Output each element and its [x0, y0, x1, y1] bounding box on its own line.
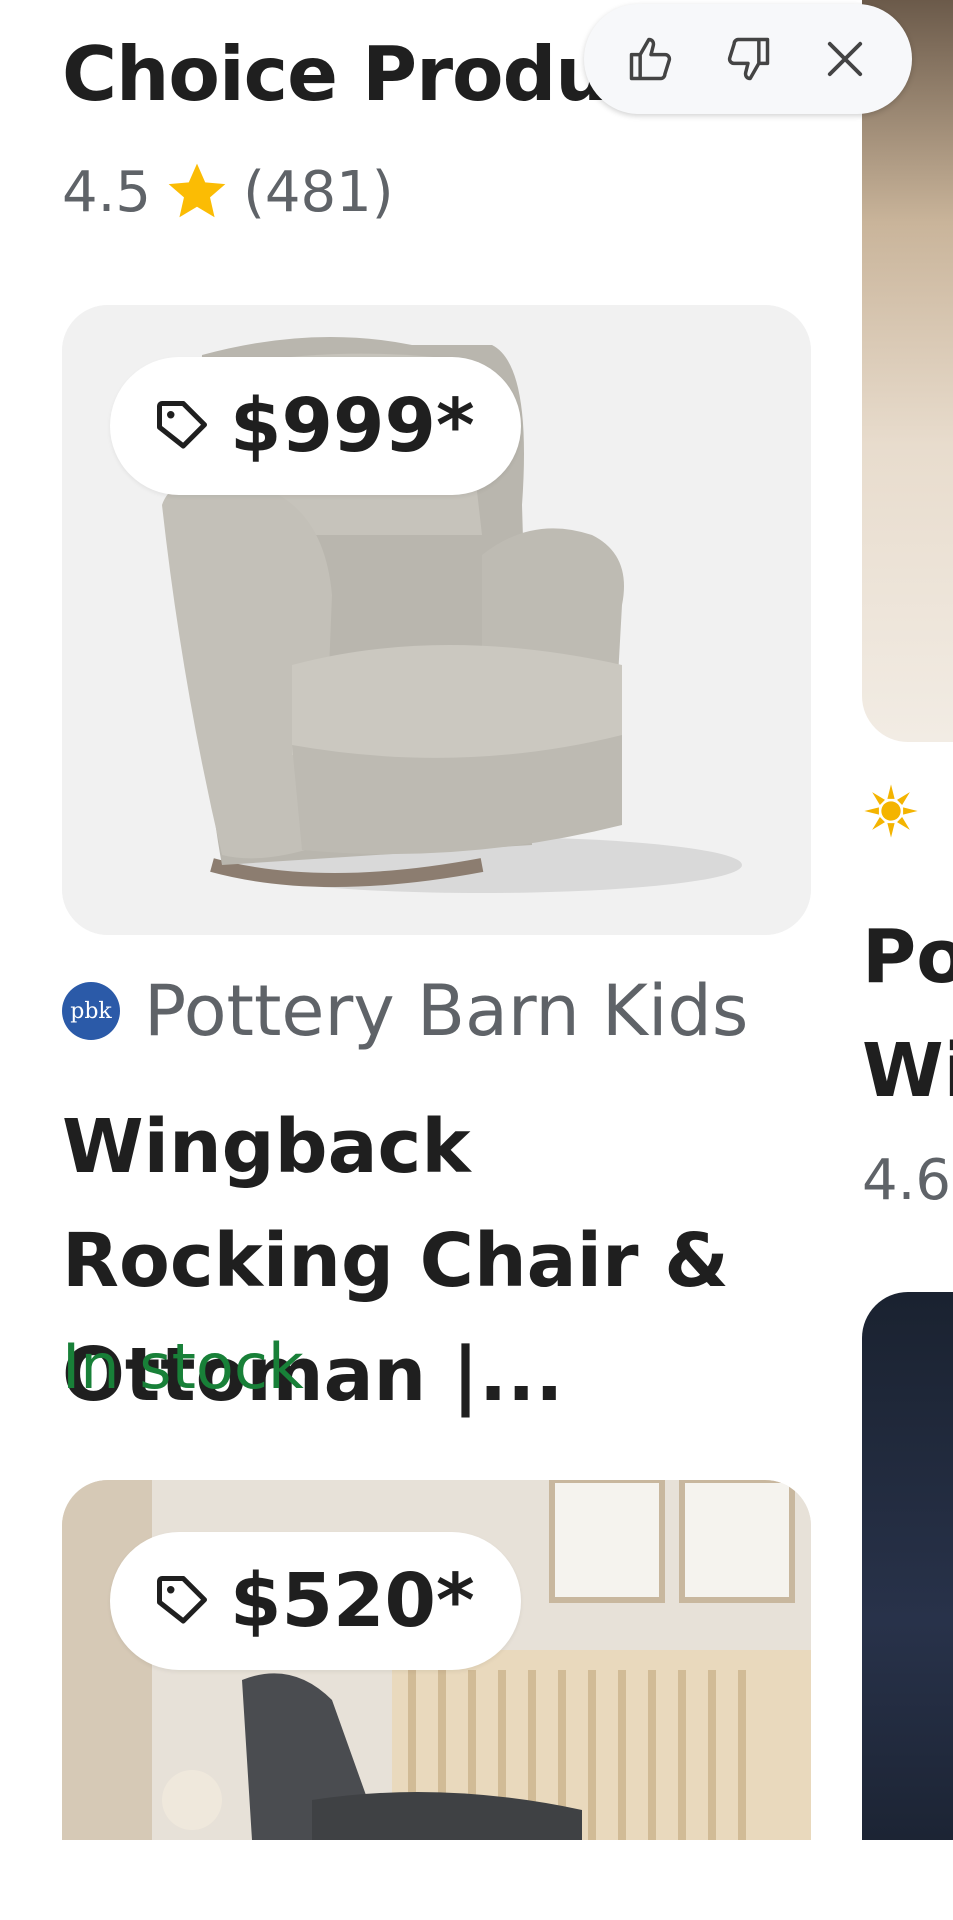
price-text: $520* [230, 1558, 475, 1644]
next-product-name: Po Wi [862, 914, 953, 1114]
availability-status: In stock [62, 1330, 304, 1403]
tag-icon [157, 401, 207, 449]
merchant-logo: pbk [62, 982, 120, 1040]
thumbs-down-icon[interactable] [720, 31, 776, 87]
next-product-column[interactable]: Po Wi 4.6 [862, 0, 953, 1920]
next-product-image [862, 1292, 953, 1840]
merchant-row: pbk Pottery Barn Kids [62, 970, 748, 1052]
product-image-card[interactable]: $520* [62, 1480, 811, 1840]
next-product-image [862, 0, 953, 742]
price-badge: $520* [110, 1532, 521, 1670]
tag-icon [157, 1576, 207, 1624]
feedback-bar [584, 4, 912, 114]
product-image-card[interactable]: $999* [62, 305, 811, 935]
product-carousel-column: Choice Products 4.5 (481) $999* pbk Pott… [0, 0, 862, 1920]
next-product-rating: 4.6 [862, 1148, 952, 1213]
store-rating: 4.5 (481) [62, 158, 394, 226]
merchant-name: Pottery Barn Kids [144, 970, 749, 1052]
rating-count: (481) [243, 159, 394, 225]
price-badge: $999* [110, 357, 521, 495]
rating-value: 4.5 [62, 159, 152, 225]
close-icon[interactable] [817, 31, 873, 87]
price-text: $999* [230, 383, 475, 469]
merchant-sun-icon [864, 784, 918, 838]
thumbs-up-icon[interactable] [623, 31, 679, 87]
star-icon [168, 163, 226, 218]
